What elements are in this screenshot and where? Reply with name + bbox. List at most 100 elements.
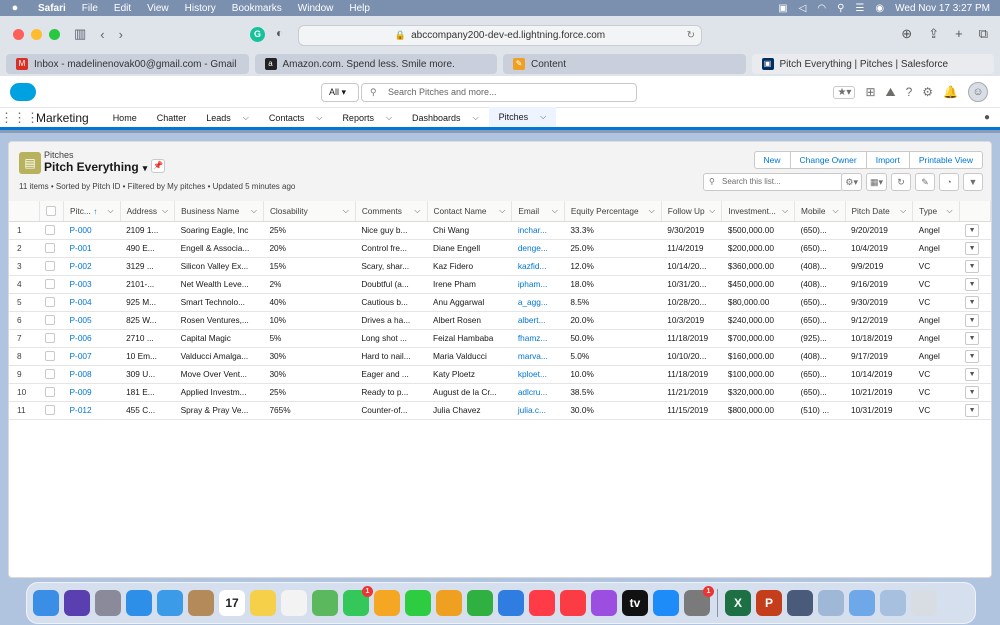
chevron-down-icon[interactable]: ⌵ [243,113,249,123]
volume-icon[interactable]: ◁ [799,3,807,14]
forward-icon[interactable]: › [119,27,123,42]
system-preferences-icon[interactable]: 1 [684,586,714,616]
row-checkbox[interactable] [45,387,56,398]
column-header-investment[interactable]: Investment... ⌵ [721,201,796,222]
chevron-down-icon[interactable]: ⌵ [782,206,788,216]
email-cell[interactable]: kazfid... [511,257,565,276]
chevron-down-icon[interactable]: ⌵ [343,206,349,216]
nav-item-contacts[interactable]: Contacts ⌵ [259,107,333,129]
menu-edit[interactable]: Edit [106,3,139,14]
chevron-down-icon[interactable]: ⌵ [473,113,479,123]
row-checkbox[interactable] [45,333,56,344]
chevron-down-icon[interactable]: ⌵ [499,206,505,216]
zoom-window-icon[interactable] [49,28,60,40]
pitch-id-cell[interactable]: P-012 [63,401,121,420]
photos-icon[interactable] [374,590,400,616]
setup-gear-icon[interactable]: ⚙ [922,85,933,99]
row-checkbox[interactable] [45,369,56,380]
nav-item-pitches[interactable]: Pitches ⌵ [488,106,557,129]
chevron-down-icon[interactable]: ⌵ [709,206,715,216]
news-icon[interactable] [529,590,555,616]
global-search-input[interactable]: ⚲ Search Pitches and more... [361,83,637,102]
chevron-down-icon[interactable]: ⌵ [552,206,558,216]
launchpad-icon[interactable] [95,590,121,616]
pin-list-icon[interactable]: 📌 [151,159,165,173]
row-actions-dropdown-icon[interactable]: ▼ [965,223,980,237]
list-settings-icon[interactable]: ⚙▾ [841,173,862,191]
table-row[interactable]: 8 P-007 10 Em... Valducci Amalga... 30% Hard … [9,347,991,366]
row-checkbox[interactable] [45,243,56,254]
numbers-icon[interactable] [467,590,493,616]
row-actions-dropdown-icon[interactable]: ▼ [965,331,980,345]
column-header-contact-name[interactable]: Contact Name ⌵ [427,201,513,222]
table-row[interactable]: 9 P-008 309 U... Move Over Vent... 30% Eager … [9,365,991,384]
column-header-follow-up[interactable]: Follow Up ⌵ [661,201,723,222]
pitch-id-cell[interactable]: P-008 [63,365,121,384]
nav-item-leads[interactable]: Leads ⌵ [196,107,259,129]
screenshot-icon[interactable] [880,590,906,616]
control-center-icon[interactable]: ☰ [855,3,864,14]
menu-file[interactable]: File [74,3,106,14]
column-header-address[interactable]: Address ⌵ [120,201,176,222]
pages-icon[interactable] [436,590,462,616]
row-actions-dropdown-icon[interactable]: ▼ [965,277,980,291]
email-cell[interactable]: fhamz... [511,329,565,348]
reload-icon[interactable]: ↻ [687,30,695,41]
podcasts-icon[interactable] [591,590,617,616]
share-icon[interactable]: ⇪ [928,26,939,42]
sidebar-toggle-icon[interactable]: ▥ [74,26,86,42]
grammarly-extension-icon[interactable]: G [250,27,265,42]
trash-icon[interactable] [911,590,937,616]
notifications-bell-icon[interactable]: 🔔 [943,85,958,99]
salesforce-logo[interactable] [10,83,36,101]
search-spotlight-icon[interactable]: ⚲ [837,3,844,14]
table-row[interactable]: 3 P-002 3129 ... Silicon Valley Ex... 15% Sca… [9,257,991,276]
chevron-down-icon[interactable]: ⌵ [900,206,906,216]
chevron-down-icon[interactable]: ⌵ [107,206,113,216]
row-actions-dropdown-icon[interactable]: ▼ [965,295,980,309]
calendar-icon[interactable]: 17 [219,590,245,616]
menu-bookmarks[interactable]: Bookmarks [224,3,290,14]
column-header-email[interactable]: Email ⌵ [511,201,565,222]
import-button[interactable]: Import [865,151,910,169]
pitch-id-cell[interactable]: P-005 [63,311,121,330]
display-icon[interactable] [787,590,813,616]
folder-icon[interactable] [849,590,875,616]
downloads-icon[interactable]: ⊕ [901,26,912,42]
chevron-down-icon[interactable]: ⌵ [540,112,546,122]
table-row[interactable]: 1 P-000 2109 1... Soaring Eagle, Inc 25% Nice… [9,221,991,240]
address-bar[interactable]: 🔒 abccompany200-dev-ed.lightning.force.c… [298,25,702,46]
display-as-table-icon[interactable]: ▦▾ [865,173,887,191]
table-row[interactable]: 10 P-009 181 E... Applied Investm... 25% Read… [9,383,991,402]
nav-item-chatter[interactable]: Chatter [147,107,197,129]
pitch-id-cell[interactable]: P-009 [63,383,121,402]
select-all-checkbox[interactable] [45,206,56,217]
pitch-id-cell[interactable]: P-003 [63,275,121,294]
wifi-icon[interactable]: ◠ [817,3,826,14]
siri-icon[interactable] [64,590,90,616]
pitch-id-cell[interactable]: P-001 [63,239,121,258]
list-view-selector[interactable]: Pitch Everything ▾ [44,160,147,174]
reminders-icon[interactable] [281,590,307,616]
menu-history[interactable]: History [177,3,224,14]
appstore-icon[interactable] [653,590,679,616]
menu-window[interactable]: Window [290,3,342,14]
nav-item-reports[interactable]: Reports ⌵ [332,107,402,129]
contacts-icon[interactable] [188,590,214,616]
pitch-id-cell[interactable]: P-006 [63,329,121,348]
email-cell[interactable]: julia.c... [511,401,565,420]
screen-recording-icon[interactable]: ▣ [778,3,787,14]
mail-icon[interactable] [157,590,183,616]
column-header-closability[interactable]: Closability ⌵ [263,201,356,222]
row-actions-dropdown-icon[interactable]: ▼ [965,403,980,417]
back-icon[interactable]: ‹ [100,27,104,42]
email-cell[interactable]: denge... [511,239,565,258]
music-icon[interactable] [560,590,586,616]
avatar[interactable]: ☺ [968,82,988,102]
column-header-pitch-date[interactable]: Pitch Date ⌵ [845,201,914,222]
new-button[interactable]: New [753,151,791,169]
refresh-icon[interactable]: ↻ [891,173,911,191]
preview-icon[interactable] [818,590,844,616]
menu-app-name[interactable]: Safari [30,3,74,14]
new-tab-icon[interactable]: + [955,26,963,42]
